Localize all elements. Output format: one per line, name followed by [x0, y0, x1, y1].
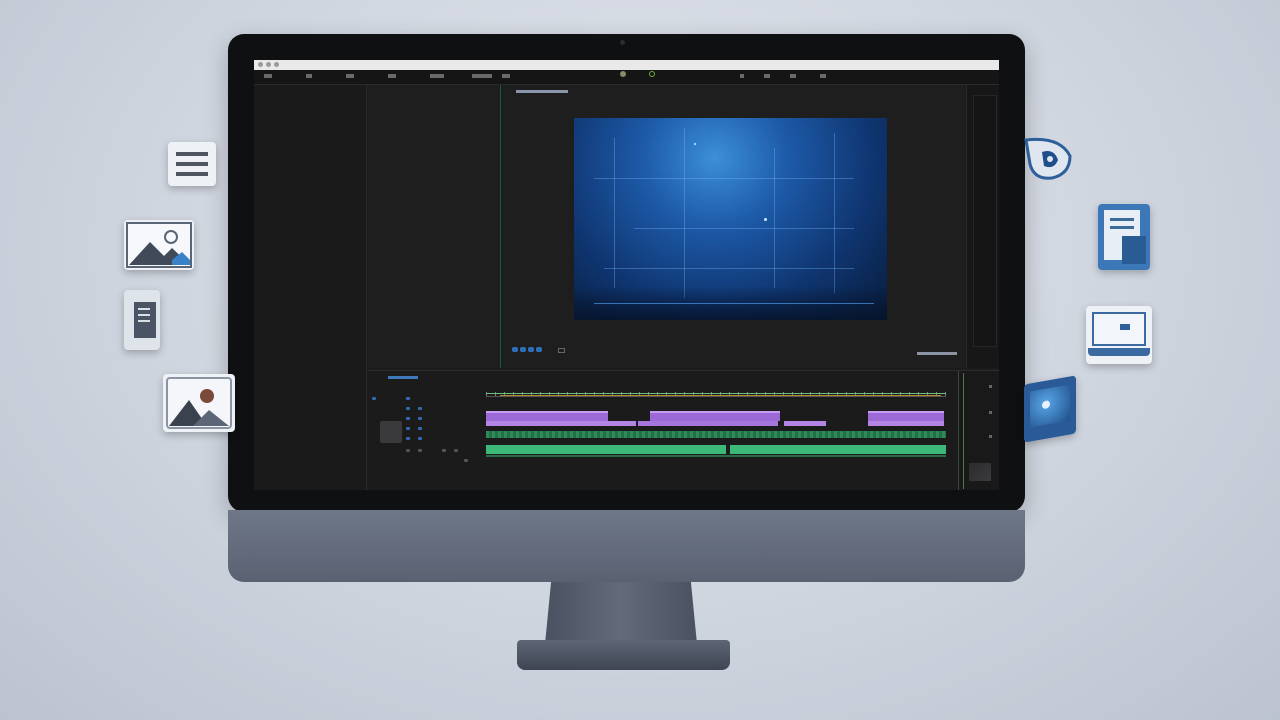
video-clip[interactable]	[868, 421, 944, 426]
menu-item[interactable]	[472, 74, 492, 78]
image-icon	[124, 220, 194, 270]
menu-item[interactable]	[346, 74, 354, 78]
work-area-bar[interactable]	[486, 393, 946, 394]
window-title-bar	[254, 60, 999, 70]
menu-item[interactable]	[740, 74, 744, 78]
track-toggle[interactable]	[464, 459, 468, 462]
file-icon	[1098, 204, 1150, 270]
menu-item[interactable]	[502, 74, 510, 78]
menu-bar	[254, 70, 999, 85]
video-clip[interactable]	[650, 411, 780, 421]
track-toggle[interactable]	[418, 407, 422, 410]
laptop-icon	[1086, 306, 1152, 364]
menu-item[interactable]	[764, 74, 770, 78]
video-clip[interactable]	[868, 411, 944, 421]
toolbar-icon[interactable]	[620, 71, 626, 77]
panel-title-text	[516, 90, 568, 93]
mark-in-button[interactable]	[512, 347, 518, 352]
audio-clip[interactable]	[730, 445, 946, 454]
timeline-panel	[368, 370, 999, 490]
audio-waveform	[486, 455, 946, 457]
playhead-line[interactable]	[500, 395, 941, 396]
program-monitor-panel	[502, 85, 964, 386]
track-toggle[interactable]	[418, 449, 422, 452]
track-toggle[interactable]	[454, 449, 458, 452]
media-browser-panel	[368, 85, 501, 368]
track-toggle[interactable]	[406, 417, 410, 420]
menu-item[interactable]	[820, 74, 826, 78]
track-toggle[interactable]	[406, 427, 410, 430]
project-panel	[254, 85, 367, 490]
menu-item[interactable]	[430, 74, 444, 78]
menu-item[interactable]	[306, 74, 312, 78]
video-editor-screen	[254, 60, 999, 490]
source-thumbnail[interactable]	[380, 421, 402, 443]
document-icon	[124, 290, 160, 350]
video-clip[interactable]	[486, 411, 608, 421]
picture-icon	[1024, 375, 1076, 443]
audio-meter-panel	[966, 85, 999, 368]
maximize-window-button[interactable]	[274, 62, 279, 67]
track-toggle[interactable]	[406, 437, 410, 440]
video-clip[interactable]	[486, 421, 636, 426]
mark-out-button[interactable]	[520, 347, 526, 352]
audio-meter	[973, 95, 997, 347]
menu-item[interactable]	[790, 74, 796, 78]
settings-icon[interactable]	[558, 348, 565, 353]
play-button[interactable]	[536, 347, 542, 352]
video-preview[interactable]	[574, 118, 887, 320]
track-toggle[interactable]	[418, 417, 422, 420]
timeline-scroll-panel	[958, 371, 999, 490]
photo-icon	[163, 374, 235, 432]
timecode-text	[917, 352, 957, 355]
monitor-stand	[545, 582, 697, 644]
video-clip[interactable]	[784, 421, 826, 426]
scroll-arrow-icon[interactable]	[989, 385, 992, 388]
track-toggle[interactable]	[406, 449, 410, 452]
toolbar-icon[interactable]	[649, 71, 655, 77]
close-window-button[interactable]	[258, 62, 263, 67]
track-toggle[interactable]	[418, 427, 422, 430]
track-toggle[interactable]	[406, 407, 410, 410]
minimize-window-button[interactable]	[266, 62, 271, 67]
track-toggle[interactable]	[418, 437, 422, 440]
menu-item[interactable]	[388, 74, 396, 78]
menu-item[interactable]	[264, 74, 272, 78]
scroll-arrow-icon[interactable]	[989, 411, 992, 414]
camera-dot	[620, 40, 625, 45]
pen-icon	[1020, 134, 1076, 184]
menu-icon	[168, 142, 216, 186]
timeline-title-text	[388, 376, 418, 379]
scroll-arrow-icon[interactable]	[989, 435, 992, 438]
track-toggle[interactable]	[406, 397, 410, 400]
zoom-handle[interactable]	[969, 463, 991, 481]
timeline-end-marker	[963, 373, 964, 489]
audio-clip[interactable]	[486, 445, 726, 454]
step-button[interactable]	[528, 347, 534, 352]
video-clip[interactable]	[638, 421, 778, 426]
track-toggle[interactable]	[442, 449, 446, 452]
track-toggle[interactable]	[372, 397, 376, 400]
monitor-chin	[228, 510, 1025, 582]
audio-clip[interactable]	[486, 431, 946, 438]
monitor-base	[517, 640, 730, 670]
